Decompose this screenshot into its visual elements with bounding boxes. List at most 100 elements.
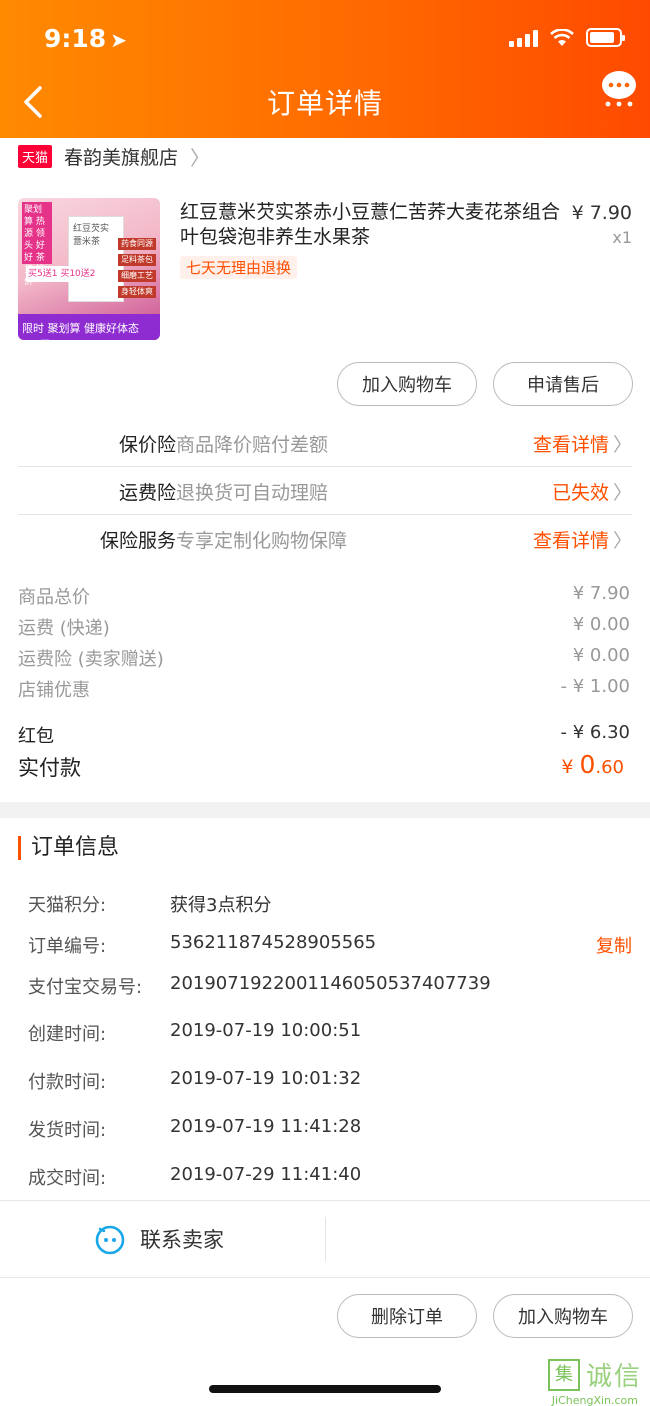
thumb-package: 红豆芡实 薏米茶 [68,216,124,302]
insurance-name: 保价险 [118,434,176,456]
product-price: ¥ 7.90 [571,202,632,224]
insurance-row-price-protection[interactable]: 保价险 商品降价赔付差额 查看详情〉 [18,418,632,466]
info-key: 天猫积分: [28,895,107,916]
cost-row-shipping-insurance: 运费险 (卖家赠送) ¥ 0.00 [18,645,632,671]
info-row-created: 创建时间: 2019-07-19 10:00:51 [28,1020,632,1048]
thumb-promo-bar: 限时 聚划算 健康好体态 7.9元 [18,314,160,340]
paid-label: 实付款 [18,756,81,780]
contact-seller-label: 联系卖家 [140,1228,224,1252]
thumb-buy-tag: 买5送1 买10送2 [26,266,98,282]
info-key: 发货时间: [28,1120,107,1141]
cost-value: ¥ 0.00 [572,614,630,635]
thumb-flag: 细磨工艺 [118,270,156,282]
insurance-row-service[interactable]: 保险服务 专享定制化购物保障 查看详情〉 [18,514,632,562]
info-row-paid-time: 付款时间: 2019-07-19 10:01:32 [28,1068,632,1096]
add-to-cart-button[interactable]: 加入购物车 [337,362,477,406]
cost-row-shop-discount: 店铺优惠 - ¥ 1.00 [18,676,632,702]
insurance-action[interactable]: 查看详情〉 [533,526,632,553]
info-key: 创建时间: [28,1024,107,1045]
watermark: 集 诚信 [547,1356,642,1393]
order-info-title: 订单信息 [18,836,119,860]
info-value: 2019-07-19 10:01:32 [170,1068,362,1089]
info-value: 2019-07-29 11:41:40 [170,1164,362,1185]
product-thumbnail[interactable]: 聚划算 热源 领头 好好 茶货 饮价 红豆芡实 薏米茶 药食同源 足料茶包 细磨… [18,198,160,340]
chevron-right-icon: 〉 [612,530,632,552]
cost-row-shipping: 运费 (快递) ¥ 0.00 [18,614,632,640]
cost-row-red-packet: 红包 - ¥ 6.30 [18,722,632,748]
red-packet-value: - ¥ 6.30 [560,722,630,743]
location-arrow-icon: ➤ [110,28,127,52]
message-icon[interactable] [600,68,638,108]
info-row-order-number: 订单编号: 536211874528905565 复制 [28,932,632,960]
shop-link[interactable]: 天猫 春韵美旗舰店 〉 [18,142,210,170]
info-value: 536211874528905565 [170,932,377,953]
info-row-shipped-time: 发货时间: 2019-07-19 11:41:28 [28,1116,632,1144]
cost-label: 商品总价 [18,587,90,608]
red-packet-label: 红包 [18,726,54,747]
shop-name: 春韵美旗舰店 [64,146,179,169]
status-icons [509,28,625,47]
info-key: 成交时间: [28,1168,107,1189]
paid-value: ¥0.60 [561,750,624,779]
header: 9:18 ➤ 订单详情 [0,0,650,138]
copy-button[interactable]: 复制 [596,932,632,958]
page-title: 订单详情 [266,87,383,120]
cost-value: - ¥ 1.00 [560,676,630,697]
home-indicator[interactable] [209,1385,441,1393]
signal-icon [509,29,538,47]
paid-amount-row: 实付款 ¥0.60 [18,750,632,784]
contact-bar: 联系卖家 [0,1200,650,1278]
insurance-action-label: 查看详情 [532,530,609,552]
bottom-add-to-cart-button[interactable]: 加入购物车 [493,1294,633,1338]
cost-label: 运费险 (卖家赠送) [18,649,164,670]
status-time-text: 9:18 [44,24,107,53]
cost-value: ¥ 0.00 [572,645,630,666]
product-item[interactable]: 聚划算 热源 领头 好好 茶货 饮价 红豆芡实 薏米茶 药食同源 足料茶包 细磨… [18,198,632,342]
info-key: 付款时间: [28,1072,107,1093]
insurance-name: 保险服务 [99,530,176,552]
paid-currency: ¥ [561,756,574,778]
insurance-name: 运费险 [118,482,176,504]
insurance-action[interactable]: 查看详情〉 [533,430,632,457]
cost-row-subtotal: 商品总价 ¥ 7.90 [18,583,632,609]
divider [325,1217,326,1261]
insurance-action[interactable]: 已失效〉 [552,478,632,505]
return-policy-tag: 七天无理由退换 [180,256,298,279]
cost-label: 运费 (快递) [18,618,110,639]
chevron-right-icon: 〉 [612,482,632,504]
wifi-icon [550,28,574,46]
delete-order-button[interactable]: 删除订单 [337,1294,477,1338]
insurance-action-label: 查看详情 [532,434,609,456]
after-sale-button[interactable]: 申请售后 [493,362,633,406]
insurance-desc: 退换货可自动理赔 [176,482,329,504]
contact-seller-button[interactable]: 联系卖家 [94,1223,224,1255]
chevron-right-icon: 〉 [612,434,632,456]
product-quantity: x1 [612,228,632,247]
tmall-badge: 天猫 [18,144,53,168]
info-row-points: 天猫积分: 获得3点积分 [28,891,632,919]
info-value: 2019-07-19 10:00:51 [170,1020,362,1041]
info-value: 2019071922001146050537407739 [170,973,491,994]
cost-value: ¥ 7.90 [572,583,630,604]
watermark-site: JiChengXin.com [551,1394,638,1406]
info-row-alipay-number: 支付宝交易号: 2019071922001146050537407739 [28,973,632,1001]
thumb-flag: 身轻体爽 [118,286,156,298]
paid-integer: 0 [579,750,596,779]
cost-label: 店铺优惠 [18,680,90,701]
battery-icon [586,28,625,47]
insurance-row-shipping[interactable]: 运费险 退换货可自动理赔 已失效〉 [18,466,632,514]
info-key: 支付宝交易号: [28,977,143,998]
chevron-right-icon: 〉 [190,145,211,170]
info-key: 订单编号: [28,936,107,957]
thumb-top-tag: 聚划算 热源 领头 好好 茶货 饮价 [22,202,52,287]
watermark-brand: 诚信 [585,1362,642,1392]
paid-decimal: .60 [595,757,624,778]
chat-face-icon [95,1225,125,1255]
thumb-flag: 足料茶包 [118,254,156,266]
section-divider [0,802,650,818]
info-value: 2019-07-19 11:41:28 [170,1116,362,1137]
product-title: 红豆薏米芡实茶赤小豆薏仁苦荞大麦花茶组合叶包袋泡非养生水果茶 [180,201,561,248]
insurance-desc: 商品降价赔付差额 [176,434,329,456]
thumb-flag: 药食同源 [118,238,156,250]
status-time: 9:18 ➤ [44,24,127,53]
